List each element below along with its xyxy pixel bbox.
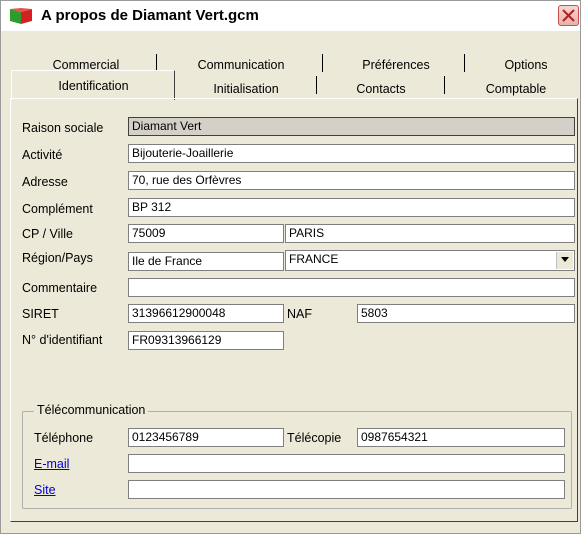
identifiant-label: N° d'identifiant	[22, 333, 103, 347]
tab-divider	[464, 54, 465, 72]
pays-dropdown-button[interactable]	[556, 252, 573, 269]
raison-sociale-label: Raison sociale	[22, 121, 104, 135]
pays-select[interactable]: FRANCE	[285, 250, 575, 271]
title-bar[interactable]: A propos de Diamant Vert.gcm	[1, 1, 580, 31]
tab-contacts[interactable]: Contacts	[336, 80, 426, 98]
complement-label: Complément	[22, 202, 93, 216]
commentaire-field[interactable]	[128, 278, 575, 297]
telephone-label: Téléphone	[34, 431, 94, 445]
window-title: A propos de Diamant Vert.gcm	[41, 7, 259, 24]
adresse-field[interactable]: 70, rue des Orfèvres	[128, 171, 575, 190]
tab-communication[interactable]: Communication	[181, 56, 301, 74]
siret-label: SIRET	[22, 307, 59, 321]
telecopie-field[interactable]: 0987654321	[357, 428, 565, 447]
naf-field[interactable]: 5803	[357, 304, 575, 323]
tab-comptable[interactable]: Comptable	[466, 80, 566, 98]
cp-ville-label: CP / Ville	[22, 227, 73, 241]
cp-field[interactable]: 75009	[128, 224, 284, 243]
close-button[interactable]	[558, 5, 579, 26]
identifiant-field[interactable]: FR09313966129	[128, 331, 284, 350]
region-field[interactable]: Ile de France	[128, 252, 284, 271]
tab-divider	[322, 54, 323, 72]
email-field[interactable]	[128, 454, 565, 473]
tab-identification[interactable]: Identification	[36, 77, 151, 95]
adresse-label: Adresse	[22, 175, 68, 189]
activite-label: Activité	[22, 148, 63, 162]
telecopie-label: Télécopie	[287, 431, 342, 445]
tab-divider	[444, 76, 445, 94]
site-field[interactable]	[128, 480, 565, 499]
activite-field[interactable]: Bijouterie-Joaillerie	[128, 144, 575, 163]
about-dialog: A propos de Diamant Vert.gcm Commercial …	[0, 0, 581, 534]
commentaire-label: Commentaire	[22, 281, 98, 295]
tab-initialisation[interactable]: Initialisation	[191, 80, 301, 98]
ville-field[interactable]: PARIS	[285, 224, 575, 243]
tab-options[interactable]: Options	[486, 56, 566, 74]
telecom-group-title: Télécommunication	[34, 403, 149, 417]
siret-field[interactable]: 31396612900048	[128, 304, 284, 323]
naf-label: NAF	[287, 307, 312, 321]
close-icon	[562, 9, 575, 22]
pays-select-value: FRANCE	[289, 252, 339, 266]
tab-preferences[interactable]: Préférences	[346, 56, 446, 74]
gem-book-icon	[10, 8, 32, 24]
raison-sociale-field[interactable]: Diamant Vert	[128, 117, 575, 136]
chevron-down-icon	[561, 257, 569, 262]
complement-field[interactable]: BP 312	[128, 198, 575, 217]
site-link[interactable]: Site	[34, 483, 56, 497]
region-pays-label: Région/Pays	[22, 251, 93, 265]
tab-divider	[316, 76, 317, 94]
email-link[interactable]: E-mail	[34, 457, 69, 471]
telephone-field[interactable]: 0123456789	[128, 428, 284, 447]
